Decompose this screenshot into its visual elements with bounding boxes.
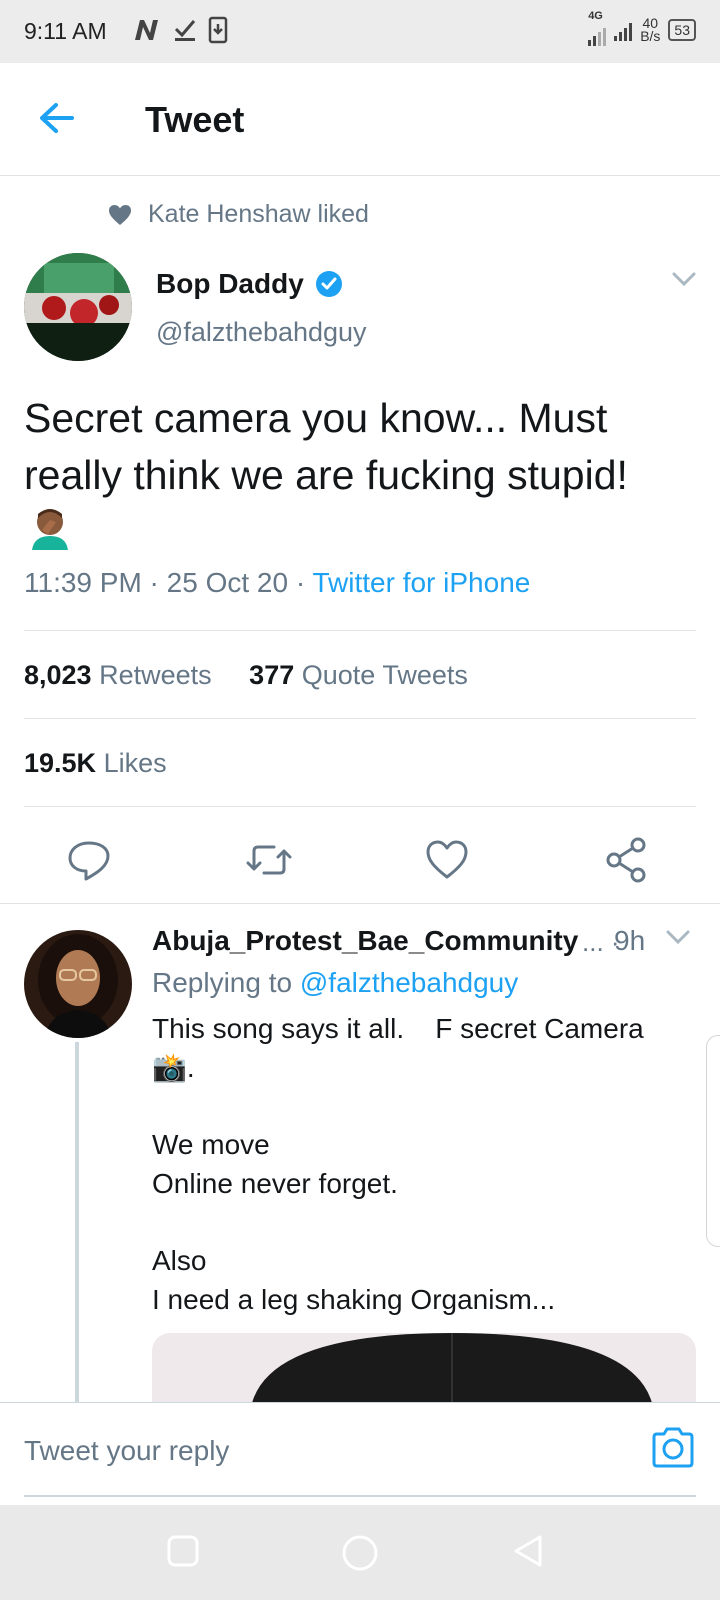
chevron-down-icon bbox=[672, 272, 696, 287]
top-bar: Tweet bbox=[0, 63, 720, 176]
reply-line: Also bbox=[152, 1245, 207, 1276]
n-notification-icon bbox=[135, 20, 158, 40]
reply-input[interactable]: Tweet your reply bbox=[24, 1435, 229, 1467]
author-handle[interactable]: @falzthebahdguy bbox=[156, 317, 367, 348]
social-context-text: Kate Henshaw liked bbox=[148, 200, 369, 228]
share-icon bbox=[606, 837, 646, 883]
avatar-image bbox=[24, 253, 132, 361]
heart-icon bbox=[109, 204, 131, 225]
retweets-label: Retweets bbox=[99, 660, 212, 690]
likes-label: Likes bbox=[103, 748, 167, 778]
back-icon bbox=[514, 1535, 542, 1567]
recents-icon bbox=[167, 1535, 199, 1567]
reply-composer: Tweet your reply bbox=[0, 1402, 720, 1498]
tweet-source-link[interactable]: Twitter for iPhone bbox=[312, 567, 530, 598]
retweet-button[interactable] bbox=[244, 835, 300, 891]
replying-handle-link[interactable]: @falzthebahdguy bbox=[300, 967, 518, 998]
quotes-label: Quote Tweets bbox=[301, 660, 468, 690]
battery-level: 53 bbox=[674, 22, 690, 38]
replying-prefix: Replying to bbox=[152, 967, 293, 998]
reply-text: This song says it all. F secret Camera 📸… bbox=[152, 1009, 692, 1319]
battery-icon: 53 bbox=[668, 19, 696, 41]
media-thumbnail bbox=[252, 1333, 652, 1403]
quote-tweets-link[interactable]: 377 Quote Tweets bbox=[249, 660, 468, 690]
author-name: Bop Daddy bbox=[156, 268, 304, 299]
divider bbox=[24, 806, 696, 807]
page-title: Tweet bbox=[145, 99, 245, 140]
verified-badge-icon bbox=[315, 271, 342, 297]
reply-author-name[interactable]: Abuja_Protest_Bae_Community bbox=[152, 925, 578, 957]
back-button[interactable] bbox=[32, 93, 82, 143]
reply-media[interactable] bbox=[152, 1333, 696, 1403]
tweet-text: Secret camera you know... Must really th… bbox=[24, 395, 628, 498]
home-icon bbox=[342, 1535, 378, 1571]
replying-to: Replying to @falzthebahdguy bbox=[152, 967, 518, 999]
signal-icon bbox=[614, 19, 633, 41]
download-check-icon bbox=[174, 20, 196, 41]
social-context[interactable]: Kate Henshaw liked bbox=[108, 200, 369, 229]
recents-button[interactable] bbox=[165, 1533, 205, 1573]
facepalm-emoji bbox=[28, 506, 72, 555]
back-arrow-icon bbox=[40, 103, 74, 133]
tweet-menu-button[interactable] bbox=[672, 272, 696, 291]
status-time: 9:11 AM bbox=[24, 18, 107, 44]
retweets-link[interactable]: 8,023 Retweets bbox=[24, 660, 212, 690]
reply-line: I need a leg shaking Organism... bbox=[152, 1284, 556, 1315]
thread-line bbox=[75, 1042, 79, 1402]
reply-dots: ... bbox=[582, 927, 604, 957]
author-name-row[interactable]: Bop Daddy bbox=[156, 268, 344, 300]
reply-icon bbox=[68, 841, 110, 881]
notification-icons bbox=[132, 16, 228, 44]
network-type: 4G bbox=[588, 10, 603, 22]
retweet-icon bbox=[246, 845, 292, 875]
reply-time: 9h bbox=[614, 925, 646, 956]
quotes-count: 377 bbox=[249, 660, 295, 690]
tweet-time: 11:39 PM bbox=[24, 567, 142, 598]
divider bbox=[24, 630, 696, 631]
author-avatar[interactable] bbox=[24, 253, 132, 361]
status-bar: 9:11 AM 4G 40 B/s 53 bbox=[0, 0, 720, 63]
net-speed-unit: B/s bbox=[640, 28, 661, 44]
tweet-actions bbox=[0, 835, 720, 905]
reply-author-avatar[interactable] bbox=[24, 930, 132, 1038]
section-divider bbox=[0, 903, 720, 904]
tweet-meta: 11:39 PM · 25 Oct 20 · Twitter for iPhon… bbox=[24, 567, 531, 598]
reply-line: We move bbox=[152, 1129, 270, 1160]
reply-line: This song says it all. F secret Camera bbox=[152, 1013, 644, 1044]
reply-line: Online never forget. bbox=[152, 1168, 398, 1199]
reply-line: 📸. bbox=[152, 1052, 195, 1083]
tweet-date: 25 Oct 20 bbox=[166, 567, 289, 598]
chevron-down-icon bbox=[666, 930, 690, 945]
likes-stats-row: 19.5K Likes bbox=[24, 748, 167, 779]
like-icon bbox=[426, 840, 468, 879]
system-nav-bar bbox=[0, 1505, 720, 1600]
likes-link[interactable]: 19.5K Likes bbox=[24, 748, 167, 778]
net-speed: 40 B/s bbox=[640, 16, 661, 44]
divider bbox=[24, 718, 696, 719]
share-button[interactable] bbox=[602, 835, 658, 891]
signal-4g-icon: 4G bbox=[588, 10, 607, 46]
home-button[interactable] bbox=[340, 1533, 380, 1573]
reply-avatar-image bbox=[24, 930, 132, 1038]
retweets-count: 8,023 bbox=[24, 660, 92, 690]
status-right: 4G 40 B/s 53 bbox=[588, 10, 696, 46]
retweet-stats-row: 8,023 Retweets 377 Quote Tweets bbox=[24, 660, 468, 691]
likes-count: 19.5K bbox=[24, 748, 97, 778]
nav-back-button[interactable] bbox=[510, 1533, 550, 1573]
composer-underline bbox=[24, 1495, 696, 1497]
reply-button[interactable] bbox=[64, 835, 120, 891]
reply-menu-button[interactable] bbox=[666, 930, 690, 949]
phone-download-icon bbox=[208, 16, 228, 44]
camera-icon bbox=[652, 1427, 694, 1468]
like-button[interactable] bbox=[422, 835, 478, 891]
edge-panel-handle[interactable] bbox=[706, 1035, 720, 1247]
camera-button[interactable] bbox=[650, 1425, 696, 1471]
